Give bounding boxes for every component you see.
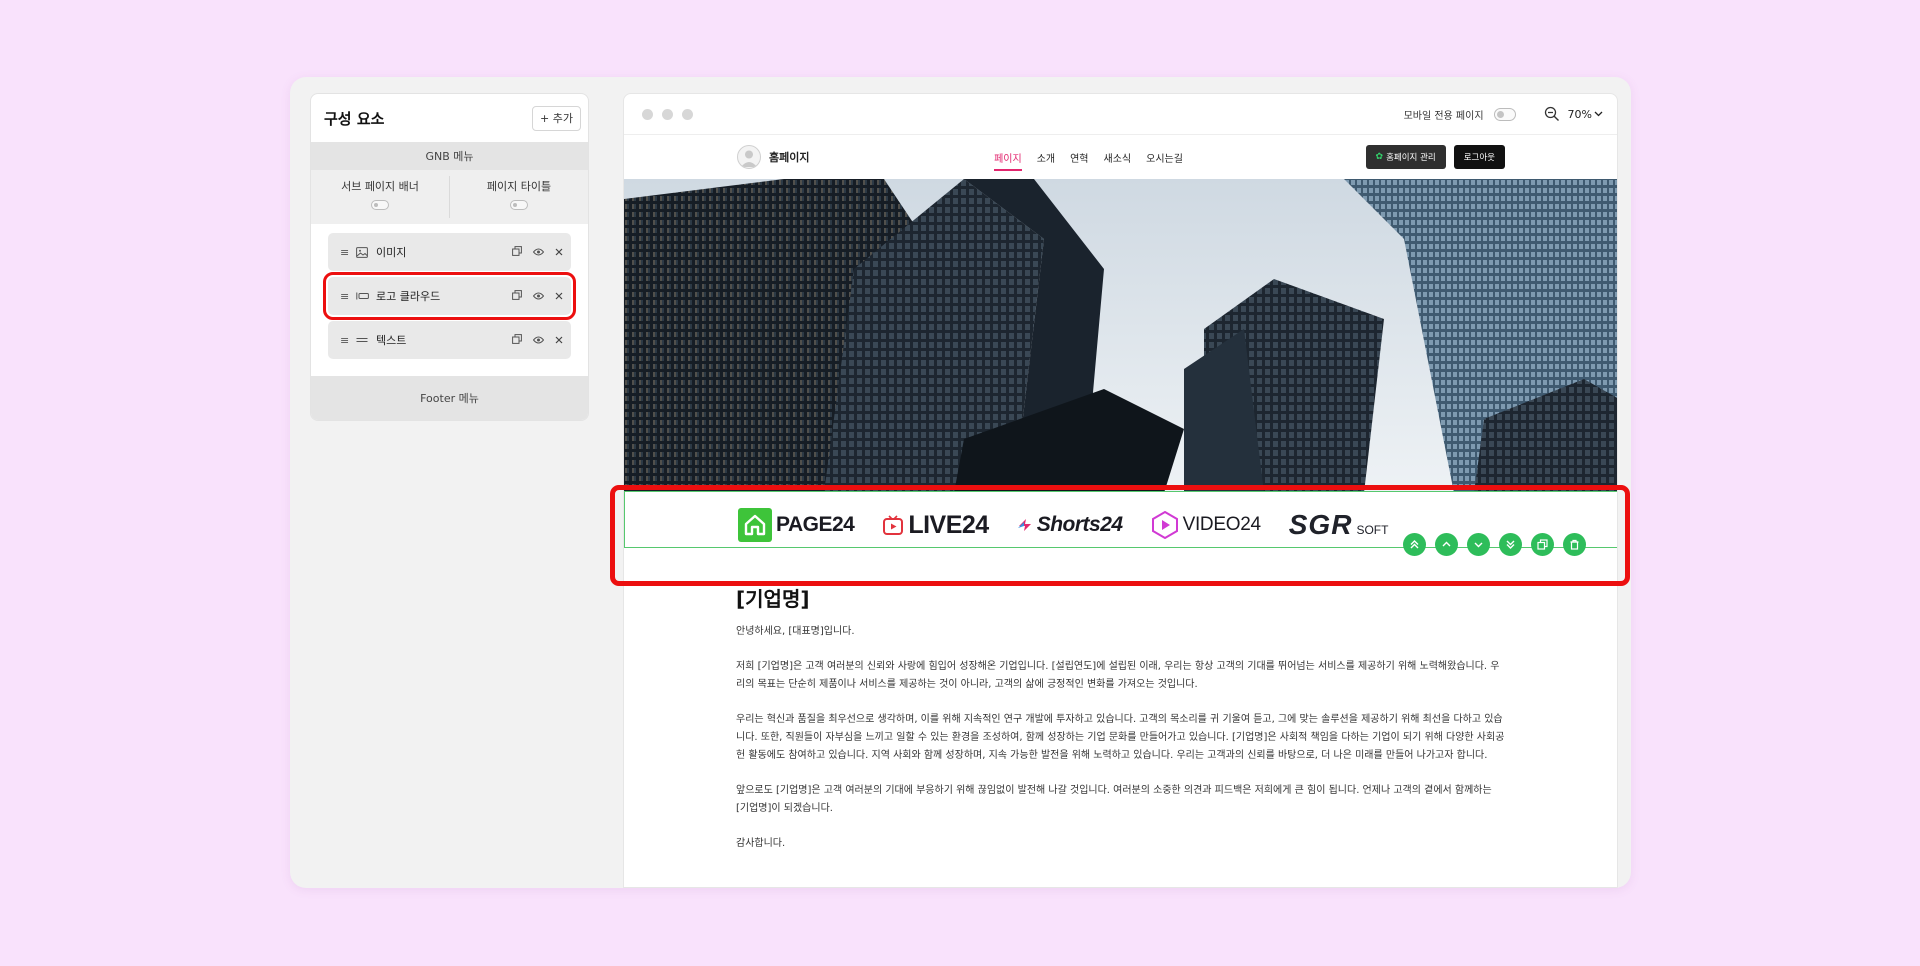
chevron-down-icon [1594, 111, 1603, 117]
menu-item-page[interactable]: 페이지 [994, 150, 1022, 171]
sub-banner-toggle[interactable] [371, 200, 389, 210]
logo-video24: VIDEO24 [1151, 511, 1261, 539]
zoom-select[interactable]: 70% [1568, 108, 1603, 121]
logo-shorts24-text: Shorts24 [1036, 513, 1123, 536]
logo-live24: LIVE24 [882, 510, 989, 540]
drag-handle-icon[interactable]: ≡ [340, 290, 350, 303]
menu-item-intro[interactable]: 소개 [1037, 150, 1055, 165]
move-up-icon[interactable] [1435, 533, 1458, 556]
homepage-manage-label: 홈페이지 관리 [1386, 153, 1436, 163]
duplicate-icon[interactable] [512, 333, 522, 347]
company-heading: [기업명] [736, 587, 810, 611]
logo-cloud-icon [356, 292, 370, 300]
greeting-paragraph: 안녕하세요, [대표명]입니다. [736, 626, 855, 637]
component-actions [512, 289, 563, 303]
logo-sgr-soft: SGR SOFT [1289, 509, 1389, 541]
duplicate-icon[interactable] [1531, 533, 1554, 556]
settings-icon: ✿ [1375, 152, 1384, 162]
preview-toolbar: 모바일 전용 페이지 70% [624, 94, 1617, 135]
section-toggles: 서브 페이지 배너 페이지 타이틀 [311, 170, 588, 224]
shorts-logo-icon [1017, 519, 1031, 531]
page-title-label: 페이지 타이틀 [486, 180, 552, 193]
logo-cloud-section[interactable]: PAGE24 LIVE24 Shorts24 VIDEO24 SGR SOFT [624, 491, 1617, 556]
zoom-out-icon[interactable] [1544, 106, 1560, 122]
logo-live24-text: LIVE24 [908, 510, 989, 539]
eye-icon[interactable] [532, 246, 545, 259]
footer-menu-bar[interactable]: Footer 메뉴 [311, 376, 588, 420]
component-item-label: 텍스트 [376, 334, 407, 347]
page-title-toggle-group: 페이지 타이틀 [449, 176, 588, 218]
text-section[interactable]: [기업명] 안녕하세요, [대표명]입니다. 저희 [기업명]은 고객 여러분의… [736, 585, 1506, 870]
menu-item-news[interactable]: 새소식 [1104, 150, 1132, 165]
logo-soft-text: SOFT [1356, 523, 1389, 537]
page-title-toggle[interactable] [510, 200, 528, 210]
add-component-button[interactable]: + 추가 [532, 105, 581, 131]
site-name[interactable]: 홈페이지 [769, 149, 809, 165]
sub-banner-label: 서브 페이지 배너 [341, 180, 419, 193]
component-item-text[interactable]: ≡ 텍스트 [328, 321, 571, 359]
window-dots [642, 108, 693, 120]
logo-sgr-text: SGR [1288, 509, 1353, 540]
component-item-label: 로고 클라우드 [376, 290, 441, 303]
site-menu: 페이지 소개 연혁 새소식 오시는길 [809, 150, 1365, 171]
avatar [737, 145, 761, 169]
component-item-image[interactable]: ≡ 이미지 [328, 233, 571, 271]
mobile-only-toggle[interactable] [1493, 107, 1516, 121]
component-actions [512, 245, 563, 259]
menu-item-history[interactable]: 연혁 [1070, 150, 1088, 165]
logo-list: PAGE24 LIVE24 Shorts24 VIDEO24 SGR SOFT [738, 508, 1388, 542]
sub-banner-toggle-group: 서브 페이지 배너 [311, 170, 449, 224]
move-top-icon[interactable] [1403, 533, 1426, 556]
panel-header: 구성 요소 + 추가 [311, 94, 588, 142]
component-actions [512, 333, 563, 347]
text-icon [356, 336, 370, 344]
close-icon[interactable] [555, 246, 563, 259]
close-icon[interactable] [555, 290, 563, 303]
trash-icon[interactable] [1563, 533, 1586, 556]
image-icon [356, 246, 370, 258]
body-paragraph: 우리는 혁신과 품질을 최우선으로 생각하며, 이를 위해 지속적인 연구 개발… [736, 714, 1505, 761]
component-list: ≡ 이미지 ≡ 로고 클라우드 ≡ 텍스트 [311, 224, 588, 377]
logo-page24-text: PAGE24 [776, 513, 855, 536]
play-logo-icon [883, 515, 904, 535]
eye-icon[interactable] [532, 334, 545, 347]
close-icon[interactable] [555, 334, 563, 347]
move-down-icon[interactable] [1467, 533, 1490, 556]
closing-paragraph: 감사합니다. [736, 838, 786, 849]
section-controls [1403, 533, 1586, 556]
drag-handle-icon[interactable]: ≡ [340, 334, 350, 347]
zoom-value: 70% [1567, 107, 1592, 121]
body-paragraph: 저희 [기업명]은 고객 여러분의 신뢰와 사랑에 힘입어 성장해온 기업입니다… [736, 661, 1500, 690]
logo-shorts24: Shorts24 [1017, 513, 1123, 537]
hero-image [624, 179, 1617, 493]
components-panel: 구성 요소 + 추가 GNB 메뉴 서브 페이지 배너 페이지 타이틀 ≡ 이미… [310, 93, 589, 421]
move-bottom-icon[interactable] [1499, 533, 1522, 556]
homepage-manage-button[interactable]: ✿ 홈페이지 관리 [1365, 145, 1446, 169]
gnb-menu-bar[interactable]: GNB 메뉴 [311, 142, 588, 170]
body-paragraph: 앞으로도 [기업명]은 고객 여러분의 기대에 부응하기 위해 끊임없이 발전해… [736, 785, 1492, 814]
drag-handle-icon[interactable]: ≡ [340, 246, 350, 259]
duplicate-icon[interactable] [512, 289, 522, 303]
logo-page24: PAGE24 [738, 508, 855, 542]
logo-video24-text: VIDEO24 [1182, 514, 1261, 535]
duplicate-icon[interactable] [512, 245, 522, 259]
menu-item-location[interactable]: 오시는길 [1146, 150, 1183, 165]
video-logo-icon [1151, 511, 1178, 539]
house-logo-icon [738, 508, 772, 542]
mobile-only-label: 모바일 전용 페이지 [1403, 110, 1484, 122]
eye-icon[interactable] [532, 290, 545, 303]
panel-title: 구성 요소 [324, 109, 385, 128]
component-item-label: 이미지 [376, 246, 407, 259]
component-item-logo-cloud[interactable]: ≡ 로고 클라우드 [323, 272, 576, 320]
logout-button[interactable]: 로그아웃 [1453, 145, 1505, 169]
site-header: 홈페이지 페이지 소개 연혁 새소식 오시는길 ✿ 홈페이지 관리 로그아웃 [624, 135, 1617, 179]
